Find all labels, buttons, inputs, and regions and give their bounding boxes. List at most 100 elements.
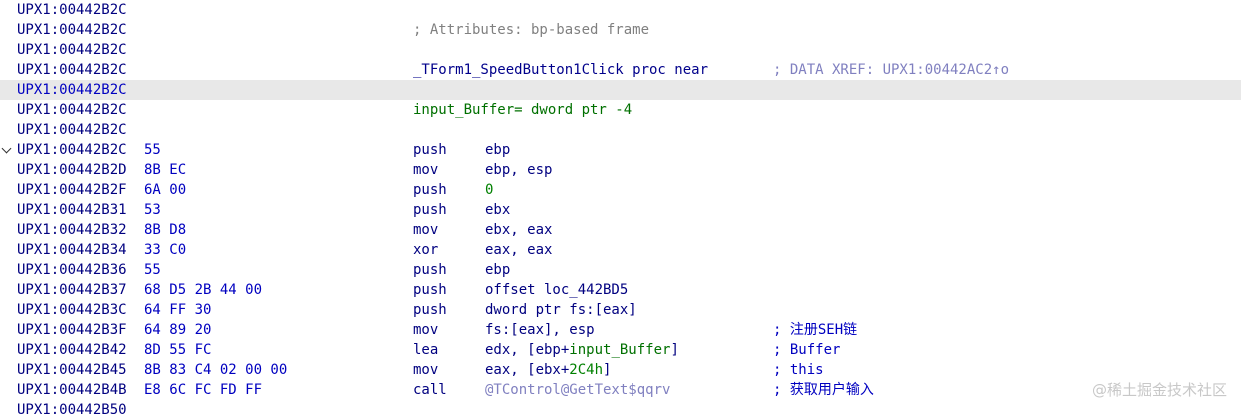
address[interactable]: UPX1:00442B2C <box>17 0 127 20</box>
address[interactable]: UPX1:00442B2C <box>17 40 127 60</box>
address[interactable]: UPX1:00442B2F <box>17 180 127 200</box>
listing-line[interactable]: UPX1:00442B3F 64 89 20 mov fs:[eax], esp ; 注… <box>0 320 1241 340</box>
operand-prefix: eax, [ebx+ <box>485 362 570 378</box>
instruction-mnemonic: mov <box>413 162 439 178</box>
function-label[interactable]: _TForm1_SpeedButton1Click proc near <box>413 60 708 80</box>
instruction-mnemonic: push <box>413 302 447 318</box>
opcode-bytes: 68 D5 2B 44 00 <box>144 282 263 298</box>
operand-offset: 2C4h <box>569 362 604 378</box>
opcode-bytes: 33 C0 <box>144 242 187 258</box>
instruction-operand[interactable]: ebx, eax <box>485 220 552 240</box>
opcode-bytes: 6A 00 <box>144 182 187 198</box>
instruction-mnemonic: mov <box>413 362 439 378</box>
operand-variable[interactable]: input_Buffer <box>569 342 670 358</box>
instruction-mnemonic: push <box>413 282 447 298</box>
opcode-bytes: 8B D8 <box>144 222 187 238</box>
instruction-mnemonic: mov <box>413 322 439 338</box>
address[interactable]: UPX1:00442B2D <box>17 160 127 180</box>
listing-line[interactable]: UPX1:00442B2D 8B EC mov ebp, esp <box>0 160 1241 180</box>
address[interactable]: UPX1:00442B2C <box>17 80 127 100</box>
address[interactable]: UPX1:00442B2C <box>17 120 127 140</box>
listing-line[interactable]: UPX1:00442B32 8B D8 mov ebx, eax <box>0 220 1241 240</box>
instruction-operand[interactable]: ebp <box>485 140 510 160</box>
instruction-operand[interactable]: eax, [ebx+2C4h] <box>485 360 611 380</box>
address[interactable]: UPX1:00442B3C <box>17 300 127 320</box>
listing-line[interactable]: UPX1:00442B34 33 C0 xor eax, eax <box>0 240 1241 260</box>
instruction-operand[interactable]: edx, [ebp+input_Buffer] <box>485 340 679 360</box>
opcode-bytes: 8B 83 C4 02 00 00 <box>144 362 288 378</box>
address[interactable]: UPX1:00442B32 <box>17 220 127 240</box>
address[interactable]: UPX1:00442B4B <box>17 380 127 400</box>
opcode-bytes: 55 <box>144 142 161 158</box>
listing-line[interactable]: UPX1:00442B2C <box>0 40 1241 60</box>
listing-line[interactable]: UPX1:00442B4B E8 6C FC FD FF call @TControl… <box>0 380 1241 400</box>
operand-text: offset loc_442BD5 <box>485 282 629 298</box>
line-comment: ; Buffer <box>773 342 841 358</box>
listing-line[interactable]: UPX1:00442B2F 6A 00 push 0 <box>0 180 1241 200</box>
listing-line[interactable]: UPX1:00442B42 8D 55 FC lea edx, [ebp+input_… <box>0 340 1241 360</box>
listing-line[interactable]: UPX1:00442B36 55 push ebp <box>0 260 1241 280</box>
instruction-operand[interactable]: ebp, esp <box>485 160 552 180</box>
instruction-operand[interactable]: 0 <box>485 180 493 200</box>
opcode-bytes: 64 89 20 <box>144 322 212 338</box>
instruction-mnemonic: lea <box>413 342 439 358</box>
listing-line[interactable]: UPX1:00442B2C input_Buffer= dword ptr -4 <box>0 100 1241 120</box>
instruction-mnemonic: push <box>413 202 447 218</box>
listing-line[interactable]: UPX1:00442B2C <box>0 120 1241 140</box>
attributes-comment: ; Attributes: bp-based frame <box>413 22 650 38</box>
instruction-operand[interactable]: dword ptr fs:[eax] <box>485 300 637 320</box>
instruction-operand[interactable]: ebx <box>485 200 510 220</box>
watermark: @稀土掘金技术社区 <box>1091 381 1227 399</box>
instruction-mnemonic: push <box>413 262 447 278</box>
listing-line[interactable]: UPX1:00442B2C _TForm1_SpeedButton1Click p… <box>0 60 1241 80</box>
address[interactable]: UPX1:00442B2C <box>17 60 127 80</box>
instruction-operand[interactable]: eax, eax <box>485 240 552 260</box>
xref-comment[interactable]: ; DATA XREF: UPX1:00442AC2↑o <box>773 60 1009 80</box>
operand-text: ebx <box>485 202 511 218</box>
listing-line[interactable]: UPX1:00442B45 8B 83 C4 02 00 00 mov eax, [e… <box>0 360 1241 380</box>
disassembly-listing[interactable]: UPX1:00442B2C UPX1:00442B2C; Attributes: … <box>0 0 1241 420</box>
operand-text: fs:[eax], esp <box>485 322 595 338</box>
address[interactable]: UPX1:00442B2C <box>17 140 127 160</box>
address[interactable]: UPX1:00442B2C <box>17 20 127 40</box>
operand-prefix: edx, [ebp+ <box>485 342 570 358</box>
listing-line[interactable]: UPX1:00442B2C <box>0 0 1241 20</box>
opcode-bytes: 8B EC <box>144 162 187 178</box>
operand-text: eax, eax <box>485 242 553 258</box>
operand-text: ebp, esp <box>485 162 553 178</box>
address[interactable]: UPX1:00442B45 <box>17 360 127 380</box>
address[interactable]: UPX1:00442B34 <box>17 240 127 260</box>
address[interactable]: UPX1:00442B36 <box>17 260 127 280</box>
instruction-operand[interactable]: fs:[eax], esp <box>485 320 595 340</box>
address[interactable]: UPX1:00442B50 <box>17 400 127 420</box>
address[interactable]: UPX1:00442B3F <box>17 320 127 340</box>
instruction-operand[interactable]: @TControl@GetText$qqrv <box>485 380 670 400</box>
listing-line[interactable]: UPX1:00442B2C <box>0 80 1241 100</box>
listing-line[interactable]: UPX1:00442B31 53 push ebx <box>0 200 1241 220</box>
address[interactable]: UPX1:00442B31 <box>17 200 127 220</box>
line-comment: ; 获取用户输入 <box>773 382 874 398</box>
instruction-operand[interactable]: ebp <box>485 260 510 280</box>
instruction-mnemonic: call <box>413 382 447 398</box>
instruction-mnemonic: push <box>413 142 447 158</box>
operand-suffix: ] <box>670 342 679 358</box>
address[interactable]: UPX1:00442B37 <box>17 280 127 300</box>
instruction-mnemonic: push <box>413 182 447 198</box>
listing-line[interactable]: UPX1:00442B3C 64 FF 30 push dword ptr fs:[e… <box>0 300 1241 320</box>
address[interactable]: UPX1:00442B2C <box>17 100 127 120</box>
opcode-bytes: 55 <box>144 262 161 278</box>
stack-variable-definition[interactable]: input_Buffer= dword ptr -4 <box>413 100 632 120</box>
instruction-mnemonic: mov <box>413 222 439 238</box>
operand-function[interactable]: @TControl@GetText$qqrv <box>485 382 670 398</box>
address[interactable]: UPX1:00442B42 <box>17 340 127 360</box>
operand-suffix: ] <box>603 362 612 378</box>
line-comment: ; 注册SEH链 <box>773 322 858 338</box>
collapse-toggle[interactable] <box>0 140 16 160</box>
listing-line[interactable]: UPX1:00442B37 68 D5 2B 44 00 push offset lo… <box>0 280 1241 300</box>
listing-line[interactable]: UPX1:00442B2C 55 push ebp <box>0 140 1241 160</box>
listing-line[interactable]: UPX1:00442B2C ; Attributes: bp-based fram… <box>0 20 1241 40</box>
opcode-bytes: 8D 55 FC <box>144 342 212 358</box>
instruction-operand[interactable]: offset loc_442BD5 <box>485 280 628 300</box>
operand-text: dword ptr fs:[eax] <box>485 302 637 318</box>
listing-line[interactable]: UPX1:00442B50 <box>0 400 1241 420</box>
